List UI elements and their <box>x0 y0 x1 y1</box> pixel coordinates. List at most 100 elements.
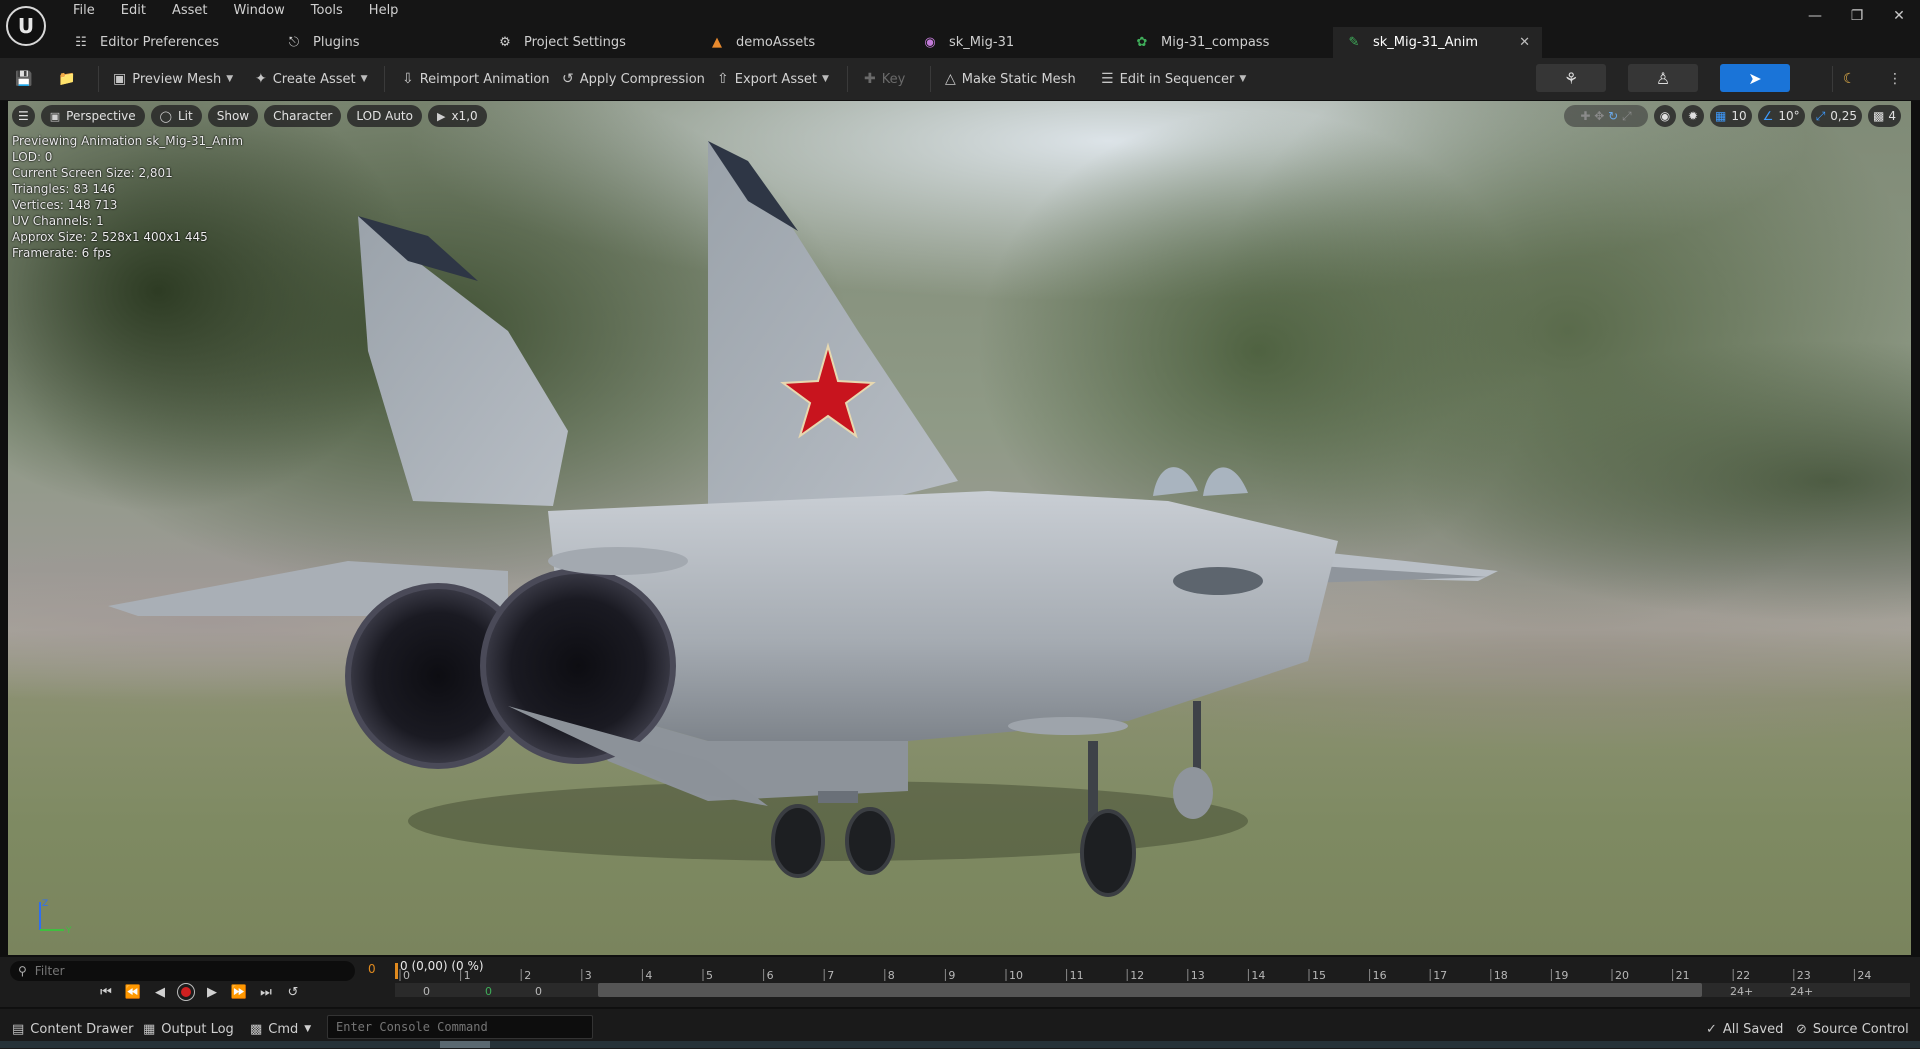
edit-in-sequencer-button[interactable]: ☰ Edit in Sequencer ▼ <box>1101 64 1246 94</box>
menu-window[interactable]: Window <box>221 0 298 22</box>
lod-button[interactable]: LOD Auto <box>347 105 422 127</box>
tab-project-settings[interactable]: ⚙ Project Settings <box>484 27 696 58</box>
transport-controls: ⏮ ⏪ ◀ ▶ ⏩ ⏭ ↺ <box>96 979 303 1005</box>
viewport-options-button[interactable]: ☰ <box>12 105 35 127</box>
preview-mesh-button[interactable]: ▣ Preview Mesh ▼ <box>113 64 233 94</box>
console-command-input[interactable] <box>327 1015 593 1039</box>
create-asset-icon: ✦ <box>255 71 267 87</box>
animation-icon: ✎ <box>1348 35 1360 50</box>
animation-viewport[interactable]: ☰ ▣ Perspective ◯ Lit Show Character LOD… <box>8 101 1911 955</box>
mesh-mode-button[interactable]: ♙ <box>1628 64 1698 92</box>
menu-tools[interactable]: Tools <box>298 0 356 22</box>
output-log-icon: ▦ <box>143 1021 156 1037</box>
ruler-tick-label: 23 <box>1797 969 1811 982</box>
play-rate-button[interactable]: ▶ x1,0 <box>427 105 487 127</box>
perspective-button[interactable]: ▣ Perspective <box>40 105 145 127</box>
loop-icon[interactable]: ↺ <box>283 985 303 1000</box>
menu-file[interactable]: File <box>60 0 108 22</box>
cmd-dropdown[interactable]: ▩ Cmd ▼ <box>250 1017 311 1041</box>
grid-snap-value: 10 <box>1731 109 1747 123</box>
toolbar-divider <box>930 66 931 92</box>
filter-input[interactable] <box>32 963 337 979</box>
transform-tools-group[interactable]: ✚ ✥ ↻ ⤢ <box>1564 105 1649 127</box>
lit-sphere-icon: ◯ <box>159 109 172 123</box>
output-log-button[interactable]: ▦ Output Log <box>143 1017 234 1041</box>
menu-bar: File Edit Asset Window Tools Help <box>60 0 411 22</box>
playhead-marker[interactable] <box>395 963 398 979</box>
tab-demoassets[interactable]: ▲ demoAssets <box>696 27 909 58</box>
make-static-mesh-button[interactable]: △ Make Static Mesh <box>945 64 1076 94</box>
play-reverse-icon[interactable]: ◀ <box>150 985 170 1000</box>
all-saved-label: All Saved <box>1722 1021 1784 1037</box>
ruler-secondary-label: 0 <box>485 985 492 998</box>
content-drawer-icon: ▤ <box>12 1021 25 1037</box>
running-figure-icon: ➤ <box>1748 68 1762 88</box>
restore-icon[interactable]: ❐ <box>1836 0 1878 32</box>
menu-edit[interactable]: Edit <box>108 0 159 22</box>
tab-mig-31-compass[interactable]: ✿ Mig-31_compass <box>1121 27 1333 58</box>
physics-mode-button[interactable]: ☾ <box>1843 64 1862 94</box>
menu-help[interactable]: Help <box>356 0 412 22</box>
select-icon: ✚ <box>1580 109 1591 123</box>
play-rate-label: x1,0 <box>451 109 478 123</box>
grid-snap-button[interactable]: ▦ 10 <box>1710 105 1752 127</box>
jump-to-end-icon[interactable]: ⏭ <box>256 985 276 1000</box>
key-button[interactable]: ✚ Key <box>864 64 905 94</box>
apply-compression-button[interactable]: ↺ Apply Compression <box>562 64 705 94</box>
skeleton-mode-button[interactable]: ⚘ <box>1536 64 1606 92</box>
show-button[interactable]: Show <box>207 105 259 127</box>
jump-to-start-icon[interactable]: ⏮ <box>96 985 116 1000</box>
character-button[interactable]: Character <box>264 105 342 127</box>
close-tab-icon[interactable]: ✕ <box>1519 35 1530 50</box>
surface-snap-button[interactable]: ✹ <box>1682 105 1705 127</box>
stat-framerate: Framerate: 6 fps <box>12 246 112 260</box>
coordinate-system-button[interactable]: ◉ <box>1654 105 1677 127</box>
create-asset-button[interactable]: ✦ Create Asset ▼ <box>255 64 368 94</box>
more-options-button[interactable]: ⋮ <box>1888 64 1908 94</box>
close-window-icon[interactable]: ✕ <box>1878 0 1920 32</box>
export-asset-button[interactable]: ⇧ Export Asset ▼ <box>717 64 829 94</box>
menu-asset[interactable]: Asset <box>159 0 221 22</box>
ruler-tick-label: 13 <box>1191 969 1205 982</box>
stat-vertices: Vertices: 148 713 <box>12 198 118 212</box>
record-icon[interactable] <box>177 983 195 1001</box>
rotation-snap-value: 10° <box>1778 109 1800 123</box>
unreal-logo-icon[interactable]: U <box>6 6 46 46</box>
tab-label: sk_Mig-31_Anim <box>1373 35 1479 50</box>
tab-plugins[interactable]: ⎋ Plugins <box>273 27 484 58</box>
step-forward-icon[interactable]: ⏩ <box>229 985 249 1000</box>
viewport-stats: Previewing Animation sk_Mig-31_Anim LOD:… <box>12 133 243 261</box>
rotation-snap-button[interactable]: ∠ 10° <box>1757 105 1805 127</box>
chevron-down-icon: ▼ <box>1239 74 1247 84</box>
taskbar-handle[interactable] <box>440 1041 490 1048</box>
reimport-animation-button[interactable]: ⇩ Reimport Animation <box>402 64 550 94</box>
minimize-icon[interactable]: — <box>1794 0 1836 32</box>
scale-icon: ⤢ <box>1622 108 1632 123</box>
content-drawer-button[interactable]: ▤ Content Drawer <box>12 1017 133 1041</box>
play-icon[interactable]: ▶ <box>202 985 222 1000</box>
save-button[interactable]: 💾 <box>15 64 38 94</box>
scale-snap-button[interactable]: ⤢ 0,25 <box>1810 105 1863 127</box>
tab-sk-mig-31[interactable]: ◉ sk_Mig-31 <box>909 27 1121 58</box>
step-back-icon[interactable]: ⏪ <box>123 985 143 1000</box>
ruler-tick-label: 18 <box>1494 969 1508 982</box>
taskbar-strip <box>0 1041 1920 1048</box>
tab-editor-preferences[interactable]: ☷ Editor Preferences <box>60 27 273 58</box>
animation-mode-button[interactable]: ➤ <box>1720 64 1790 92</box>
current-frame-field[interactable]: 0 <box>368 962 376 976</box>
map-icon: ▲ <box>712 35 722 50</box>
chevron-down-icon: ▼ <box>821 74 829 84</box>
browse-button[interactable]: 📁 <box>58 64 81 94</box>
timeline-ruler[interactable]: 0 1 2 3 4 5 6 7 8 9 10 11 12 13 14 15 16 17 18 19 20 21 22 23 24… <box>395 957 1910 1007</box>
lit-button[interactable]: ◯ Lit <box>150 105 202 127</box>
camera-speed-button[interactable]: ▩ 4 <box>1868 105 1901 127</box>
viewport-toolbar-left: ☰ ▣ Perspective ◯ Lit Show Character LOD… <box>12 105 487 127</box>
source-control-button[interactable]: ⊘ Source Control <box>1796 1017 1909 1041</box>
scale-snap-icon: ⤢ <box>1815 108 1826 123</box>
tab-label: Mig-31_compass <box>1161 35 1270 50</box>
all-saved-button[interactable]: ✓ All Saved <box>1706 1017 1783 1041</box>
axis-y-label: Y <box>65 926 72 936</box>
skeletal-mesh-icon: ◉ <box>924 35 936 50</box>
tab-sk-mig-31-anim[interactable]: ✎ sk_Mig-31_Anim ✕ <box>1333 27 1542 58</box>
ruler-tick-label: 9 <box>948 969 955 982</box>
